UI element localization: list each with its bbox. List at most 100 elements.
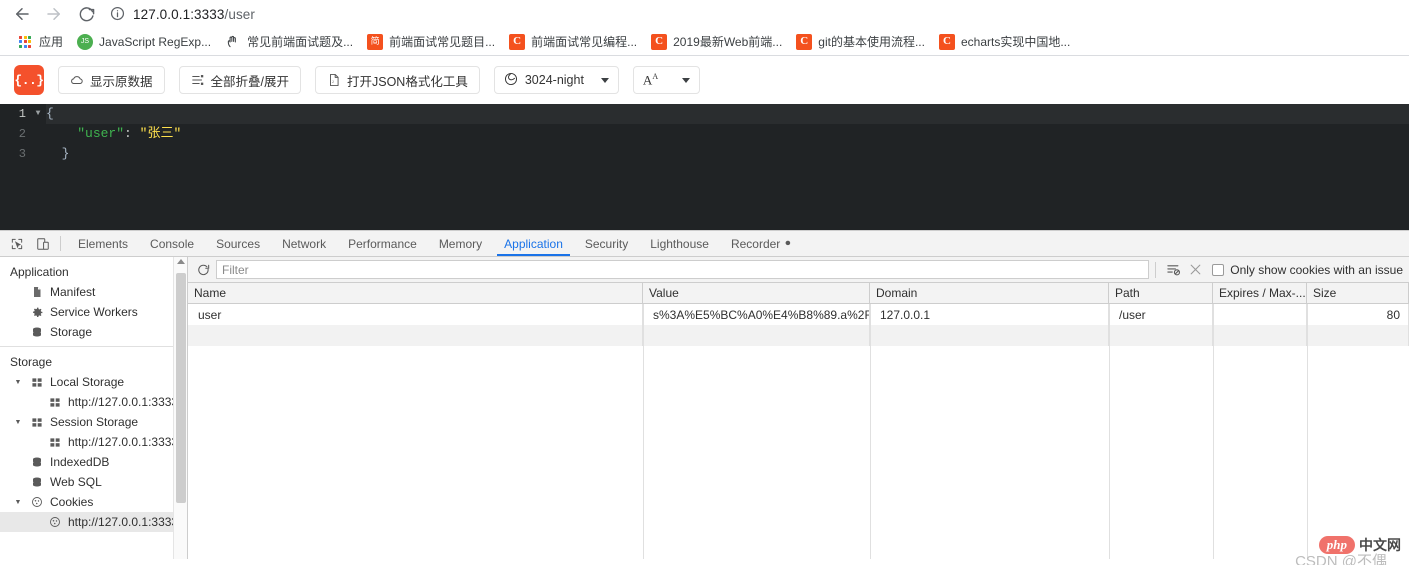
- sidebar-item-label: Local Storage: [50, 375, 124, 389]
- sidebar-item-cookies[interactable]: ▼Cookies: [0, 492, 187, 512]
- toolbar-divider: [60, 236, 61, 251]
- bookmark-label: git的基本使用流程...: [818, 36, 925, 48]
- code-line[interactable]: 3 }: [0, 144, 1409, 164]
- bookmark-git-basic-usage[interactable]: C git的基本使用流程...: [789, 31, 932, 53]
- device-toolbar-icon[interactable]: [30, 231, 56, 256]
- sidebar-item-label: IndexedDB: [50, 455, 109, 469]
- sidebar-item-http-127-0-0-1-3333[interactable]: http://127.0.0.1:3333: [0, 392, 187, 412]
- sidebar-item-http-127-0-0-1-3333[interactable]: http://127.0.0.1:3333: [0, 432, 187, 452]
- json-viewer-toolbar: {..} 显示原数据 全部折叠/展开 J 打开JSON格式化工具 3024-ni…: [0, 56, 1409, 104]
- column-header-domain[interactable]: Domain: [870, 283, 1109, 303]
- csdn-favicon: C: [939, 34, 955, 50]
- application-sidebar[interactable]: ApplicationManifestService WorkersStorag…: [0, 257, 188, 559]
- column-header-value[interactable]: Value: [643, 283, 870, 303]
- cell-expires: [1213, 304, 1307, 325]
- checkbox-box[interactable]: [1212, 264, 1224, 276]
- bookmark-frontend-interview-coding[interactable]: C 前端面试常见编程...: [502, 31, 644, 53]
- tab-performance[interactable]: Performance: [337, 231, 428, 256]
- bookmark-2019-web-frontend[interactable]: C 2019最新Web前端...: [644, 31, 789, 53]
- bookmark-frontend-interview-topics[interactable]: 简 前端面试常见题目...: [360, 31, 502, 53]
- sidebar-item-label: Manifest: [50, 285, 95, 299]
- expand-arrow-icon[interactable]: ▼: [12, 379, 24, 386]
- tab-network[interactable]: Network: [271, 231, 337, 256]
- json-code-editor[interactable]: 1▼{2 "user": "张三"3 }: [0, 104, 1409, 230]
- tab-label: Lighthouse: [650, 237, 709, 251]
- toolbar-divider: [1155, 262, 1156, 278]
- collapse-expand-icon: [191, 73, 205, 87]
- delete-all-cookies-icon[interactable]: [1184, 259, 1206, 281]
- inspect-element-icon[interactable]: [4, 231, 30, 256]
- browser-navigation-bar: 127.0.0.1:3333/user: [0, 0, 1409, 28]
- sidebar-item-label: http://127.0.0.1:3333: [68, 515, 178, 529]
- expand-arrow-icon[interactable]: ▼: [12, 419, 24, 426]
- collapse-expand-all-button[interactable]: 全部折叠/展开: [179, 66, 301, 94]
- bookmark-javascript-regexp[interactable]: JS JavaScript RegExp...: [70, 31, 218, 53]
- cookies-table[interactable]: Name Value Domain Path Expires / Max-...…: [188, 283, 1409, 559]
- sidebar-scrollbar-thumb[interactable]: [176, 273, 186, 503]
- reload-button[interactable]: [72, 1, 100, 27]
- javascript-favicon: JS: [77, 34, 93, 50]
- sidebar-item-session-storage[interactable]: ▼Session Storage: [0, 412, 187, 432]
- tab-application[interactable]: Application: [493, 231, 574, 256]
- sidebar-item-manifest[interactable]: Manifest: [0, 282, 187, 302]
- sidebar-item-storage[interactable]: Storage: [0, 322, 187, 342]
- sidebar-item-label: Service Workers: [50, 305, 138, 319]
- table-row-empty[interactable]: [188, 325, 1409, 346]
- column-header-size[interactable]: Size: [1307, 283, 1409, 303]
- tab-sources[interactable]: Sources: [205, 231, 271, 256]
- cookies-panel: Only show cookies with an issue Name Val…: [188, 257, 1409, 559]
- table-icon: [30, 415, 44, 429]
- bookmark-apps[interactable]: 应用: [10, 31, 70, 53]
- code-line[interactable]: 1▼{: [0, 104, 1409, 124]
- sidebar-item-indexeddb[interactable]: IndexedDB: [0, 452, 187, 472]
- address-bar[interactable]: 127.0.0.1:3333/user: [110, 3, 1401, 25]
- refresh-icon[interactable]: [192, 259, 216, 281]
- scroll-up-arrow-icon[interactable]: [177, 259, 185, 264]
- gear-icon: [30, 305, 44, 319]
- line-number: 1: [0, 104, 30, 124]
- sidebar-item-http-127-0-0-1-3333[interactable]: http://127.0.0.1:3333: [0, 512, 187, 532]
- only-show-cookies-with-issue-checkbox[interactable]: Only show cookies with an issue: [1212, 263, 1403, 277]
- sidebar-scrollbar[interactable]: [173, 257, 187, 559]
- open-json-tool-button[interactable]: J 打开JSON格式化工具: [315, 66, 480, 94]
- browser-chrome: 127.0.0.1:3333/user 应用 JS JavaScript Reg…: [0, 0, 1409, 56]
- cell-empty: [870, 325, 1109, 346]
- document-icon: [30, 285, 44, 299]
- address-bar-url: 127.0.0.1:3333/user: [133, 7, 255, 22]
- database-icon: [30, 475, 44, 489]
- devtools-tabbar: Elements Console Sources Network Perform…: [0, 231, 1409, 257]
- open-json-tool-label: 打开JSON格式化工具: [347, 71, 468, 90]
- cell-empty: [1109, 325, 1213, 346]
- font-size-icon: AA: [643, 72, 658, 88]
- tab-elements[interactable]: Elements: [67, 231, 139, 256]
- sidebar-item-web-sql[interactable]: Web SQL: [0, 472, 187, 492]
- tab-console[interactable]: Console: [139, 231, 205, 256]
- clear-filter-icon[interactable]: [1162, 259, 1184, 281]
- tab-security[interactable]: Security: [574, 231, 639, 256]
- chevron-down-icon: [682, 78, 690, 83]
- show-raw-data-button[interactable]: 显示原数据: [58, 66, 165, 94]
- column-header-name[interactable]: Name: [188, 283, 643, 303]
- fold-arrow-icon[interactable]: ▼: [30, 104, 46, 124]
- font-select[interactable]: AA: [633, 66, 700, 94]
- code-line[interactable]: 2 "user": "张三": [0, 124, 1409, 144]
- column-header-expires[interactable]: Expires / Max-...: [1213, 283, 1307, 303]
- bookmark-frontend-interview-questions[interactable]: 常见前端面试题及...: [218, 31, 360, 53]
- json-formatter-logo[interactable]: {..}: [14, 65, 44, 95]
- tab-memory[interactable]: Memory: [428, 231, 493, 256]
- forward-button[interactable]: [40, 1, 68, 27]
- cookie-filter-input[interactable]: [216, 260, 1149, 279]
- site-info-icon[interactable]: [110, 6, 126, 22]
- back-button[interactable]: [8, 1, 36, 27]
- theme-select[interactable]: 3024-night: [494, 66, 619, 94]
- table-row[interactable]: user s%3A%E5%BC%A0%E4%B8%89.a%2FF... 127…: [188, 304, 1409, 325]
- sidebar-item-service-workers[interactable]: Service Workers: [0, 302, 187, 322]
- bookmark-label: 2019最新Web前端...: [673, 36, 782, 48]
- expand-arrow-icon[interactable]: ▼: [12, 499, 24, 506]
- bookmark-echarts-china-map[interactable]: C echarts实现中国地...: [932, 31, 1077, 53]
- sidebar-item-local-storage[interactable]: ▼ Local Storage: [0, 372, 187, 392]
- tab-recorder[interactable]: Recorder ⏺: [720, 231, 801, 256]
- column-header-path[interactable]: Path: [1109, 283, 1213, 303]
- line-number: 2: [0, 124, 30, 144]
- tab-lighthouse[interactable]: Lighthouse: [639, 231, 720, 256]
